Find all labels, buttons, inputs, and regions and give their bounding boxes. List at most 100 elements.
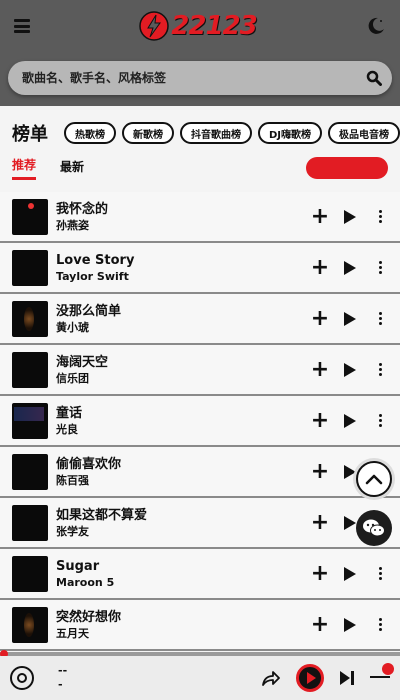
play-song-button[interactable]	[342, 566, 358, 582]
disc-icon[interactable]	[10, 666, 34, 690]
play-icon	[344, 515, 356, 530]
album-cover[interactable]	[12, 249, 48, 286]
chip-new[interactable]: 新歌榜	[122, 122, 174, 144]
song-meta: 如果这都不算爱 张学友	[56, 507, 312, 539]
play-button[interactable]	[296, 664, 324, 692]
song-actions: +	[311, 256, 388, 278]
chart-chips: 热歌榜 新歌榜 抖音歌曲榜 DJ嗨歌榜 极品电音榜	[64, 122, 400, 144]
chip-hot[interactable]: 热歌榜	[64, 122, 116, 144]
play-song-button[interactable]	[342, 260, 358, 276]
song-row[interactable]: 突然好想你 五月天 +	[0, 600, 400, 651]
add-icon[interactable]: +	[311, 307, 329, 329]
tab-recommend[interactable]: 推荐	[12, 156, 37, 180]
album-cover[interactable]	[12, 351, 48, 388]
search-bar	[0, 52, 400, 106]
add-icon[interactable]: +	[311, 256, 329, 278]
play-song-button[interactable]	[342, 209, 358, 225]
next-button[interactable]	[340, 671, 354, 685]
song-meta: Sugar Maroon 5	[56, 558, 312, 590]
song-artist: 光良	[56, 422, 78, 436]
logo[interactable]: 22123	[139, 11, 258, 41]
album-cover[interactable]	[12, 504, 48, 541]
song-meta: 没那么简单 黄小琥	[56, 303, 312, 335]
album-cover[interactable]	[12, 453, 48, 490]
song-row[interactable]: 没那么简单 黄小琥 +	[0, 294, 400, 345]
search-icon[interactable]	[366, 70, 382, 86]
player-bar: -- -	[0, 656, 400, 700]
song-row[interactable]: Sugar Maroon 5 +	[0, 549, 400, 600]
song-row[interactable]: 我怀念的 孙燕姿 +	[0, 192, 400, 243]
now-playing: -- -	[58, 665, 262, 691]
song-title: 如果这都不算爱	[56, 507, 148, 523]
song-row[interactable]: 海阔天空 信乐团 +	[0, 345, 400, 396]
play-icon	[344, 260, 356, 275]
chip-edm[interactable]: 极品电音榜	[328, 122, 400, 144]
add-icon[interactable]: +	[311, 358, 329, 380]
song-actions: +	[311, 562, 388, 584]
song-actions: +	[311, 613, 388, 635]
song-actions: +	[311, 307, 388, 329]
playlist-badge	[382, 663, 394, 675]
now-playing-title: --	[58, 664, 68, 677]
more-icon[interactable]	[372, 260, 388, 276]
chip-douyin[interactable]: 抖音歌曲榜	[180, 122, 252, 144]
add-icon[interactable]: +	[311, 460, 329, 482]
more-icon[interactable]	[372, 209, 388, 225]
add-icon[interactable]: +	[311, 409, 329, 431]
add-icon[interactable]: +	[311, 613, 329, 635]
search-input[interactable]	[22, 71, 342, 85]
song-row[interactable]: 如果这都不算爱 张学友 +	[0, 498, 400, 549]
play-song-button[interactable]	[342, 413, 358, 429]
chip-dj[interactable]: DJ嗨歌榜	[258, 122, 323, 144]
song-title: Sugar	[56, 558, 100, 574]
song-row[interactable]: Love Story Taylor Swift +	[0, 243, 400, 294]
song-actions: +	[311, 358, 388, 380]
song-title: 没那么简单	[56, 303, 122, 319]
song-row[interactable]: 童话 光良 +	[0, 396, 400, 447]
moon-icon[interactable]	[366, 16, 386, 36]
share-button[interactable]	[262, 670, 280, 686]
play-song-button[interactable]	[342, 617, 358, 633]
play-icon	[344, 413, 356, 428]
song-actions: +	[311, 409, 388, 431]
more-icon[interactable]	[372, 362, 388, 378]
album-cover[interactable]	[12, 300, 48, 337]
album-cover[interactable]	[12, 402, 48, 439]
more-icon[interactable]	[372, 566, 388, 582]
chart-section-header: 榜单 热歌榜 新歌榜 抖音歌曲榜 DJ嗨歌榜 极品电音榜	[12, 118, 400, 148]
more-icon[interactable]	[372, 413, 388, 429]
share-icon	[262, 671, 280, 686]
play-icon	[344, 209, 356, 224]
play-icon	[344, 311, 356, 326]
play-icon	[344, 464, 356, 479]
play-song-button[interactable]	[342, 362, 358, 378]
more-icon[interactable]	[372, 617, 388, 633]
tab-latest[interactable]: 最新	[60, 158, 84, 179]
top-bar: 22123	[0, 0, 400, 52]
menu-icon[interactable]	[14, 19, 30, 33]
song-row[interactable]: 偷偷喜欢你 陈百强 +	[0, 447, 400, 498]
album-cover[interactable]	[12, 198, 48, 235]
chevron-up-icon	[365, 474, 383, 485]
song-artist: Maroon 5	[56, 575, 115, 589]
song-artist: 信乐团	[56, 371, 89, 385]
player-controls	[262, 663, 394, 692]
playlist-button[interactable]	[370, 663, 394, 687]
scroll-top-button[interactable]	[356, 461, 392, 497]
play-all-button[interactable]	[306, 157, 388, 179]
song-meta: 突然好想你 五月天	[56, 609, 312, 641]
add-icon[interactable]: +	[311, 511, 329, 533]
next-icon	[340, 671, 350, 685]
song-meta: 海阔天空 信乐团	[56, 354, 312, 386]
song-title: 童话	[56, 405, 83, 421]
song-list: 我怀念的 孙燕姿 + Love Story Taylor Swift + 没那么简单 黄小琥 +…	[0, 192, 400, 651]
play-song-button[interactable]	[342, 311, 358, 327]
add-icon[interactable]: +	[311, 562, 329, 584]
wechat-button[interactable]	[356, 510, 392, 546]
album-cover[interactable]	[12, 606, 48, 643]
more-icon[interactable]	[372, 311, 388, 327]
play-icon	[344, 617, 356, 632]
add-icon[interactable]: +	[311, 205, 329, 227]
song-artist: 五月天	[56, 626, 89, 640]
album-cover[interactable]	[12, 555, 48, 592]
